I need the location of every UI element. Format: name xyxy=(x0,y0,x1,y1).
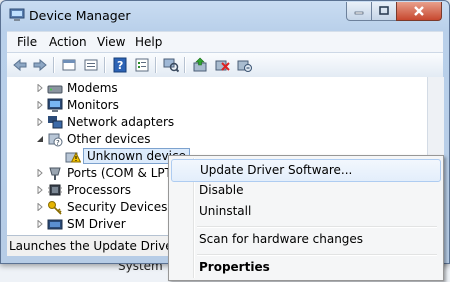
menu-separator xyxy=(197,254,437,256)
back-icon[interactable] xyxy=(11,56,29,74)
expand-arrow-icon[interactable] xyxy=(36,118,44,126)
collapse-arrow-icon[interactable] xyxy=(36,135,44,143)
menu-bar: File Action View Help xyxy=(7,31,443,52)
port-icon xyxy=(49,167,61,180)
processor-icon xyxy=(48,184,62,196)
close-icon xyxy=(414,6,424,16)
menu-separator xyxy=(197,226,437,228)
disable-device-icon[interactable] xyxy=(213,56,231,74)
menu-disable[interactable]: Disable xyxy=(171,180,439,201)
expand-arrow-icon[interactable] xyxy=(36,84,44,92)
title-bar[interactable]: Device Manager xyxy=(1,1,449,31)
svg-text:?: ? xyxy=(117,59,123,72)
warning-device-icon xyxy=(65,151,81,163)
tree-item-label: Processors xyxy=(67,183,132,197)
menu-item-label: Disable xyxy=(199,183,244,197)
show-hide-icon[interactable] xyxy=(82,56,100,74)
minimize-button[interactable] xyxy=(346,2,372,21)
tree-item-other-devices[interactable]: ? Other devices xyxy=(7,131,427,148)
menu-update-driver-software[interactable]: Update Driver Software... xyxy=(171,159,441,182)
menu-scan-hardware-changes[interactable]: Scan for hardware changes xyxy=(171,229,439,250)
minimize-icon xyxy=(354,11,364,15)
tree-item-label: SM Driver xyxy=(67,217,126,231)
scan-hardware-icon[interactable] xyxy=(162,56,180,74)
tree-item-network-adapters[interactable]: Network adapters xyxy=(7,114,427,131)
close-button[interactable] xyxy=(396,2,442,21)
help-icon[interactable]: ? xyxy=(111,56,129,74)
context-menu: Update Driver Software... Disable Uninst… xyxy=(168,155,444,281)
network-adapter-icon xyxy=(48,116,63,129)
menu-help[interactable]: Help xyxy=(135,35,162,49)
tree-item-monitors[interactable]: Monitors xyxy=(7,97,427,114)
tree-item-label: Ports (COM & LPT) xyxy=(67,166,177,180)
menu-uninstall[interactable]: Uninstall xyxy=(171,201,439,222)
menu-file[interactable]: File xyxy=(17,35,37,49)
expand-arrow-icon[interactable] xyxy=(36,203,44,211)
forward-icon[interactable] xyxy=(31,56,49,74)
toolbar: ? xyxy=(7,52,443,78)
menu-item-label: Update Driver Software... xyxy=(200,163,353,177)
menu-action[interactable]: Action xyxy=(49,35,87,49)
modem-icon xyxy=(47,85,63,94)
menu-properties[interactable]: Properties xyxy=(171,257,439,278)
tree-item-label: Network adapters xyxy=(67,115,175,129)
window-title: Device Manager xyxy=(29,8,131,23)
tree-item-label: Monitors xyxy=(67,98,119,112)
menu-view[interactable]: View xyxy=(97,35,125,49)
expand-arrow-icon[interactable] xyxy=(36,220,44,228)
menu-item-label: Properties xyxy=(199,260,270,274)
expand-arrow-icon[interactable] xyxy=(36,101,44,109)
update-driver-icon[interactable] xyxy=(191,56,209,74)
tree-item-modems[interactable]: Modems xyxy=(7,80,427,97)
uninstall-device-icon[interactable] xyxy=(235,56,253,74)
tree-item-label: Security Devices xyxy=(67,200,168,214)
security-key-icon xyxy=(48,201,62,215)
up-icon[interactable] xyxy=(60,56,78,74)
menu-item-label: Scan for hardware changes xyxy=(199,232,364,246)
other-devices-icon: ? xyxy=(48,133,63,147)
expand-arrow-icon[interactable] xyxy=(36,186,44,194)
monitor-icon xyxy=(47,98,63,112)
svg-text:?: ? xyxy=(56,139,60,147)
maximize-icon xyxy=(379,6,389,15)
tree-item-label: Modems xyxy=(67,81,118,95)
expand-arrow-icon[interactable] xyxy=(36,169,44,177)
tree-item-label: Other devices xyxy=(67,132,151,146)
maximize-button[interactable] xyxy=(371,2,397,21)
properties-icon[interactable] xyxy=(133,56,151,74)
menu-item-label: Uninstall xyxy=(199,204,252,218)
driver-icon xyxy=(47,219,63,230)
device-manager-icon xyxy=(9,8,25,21)
